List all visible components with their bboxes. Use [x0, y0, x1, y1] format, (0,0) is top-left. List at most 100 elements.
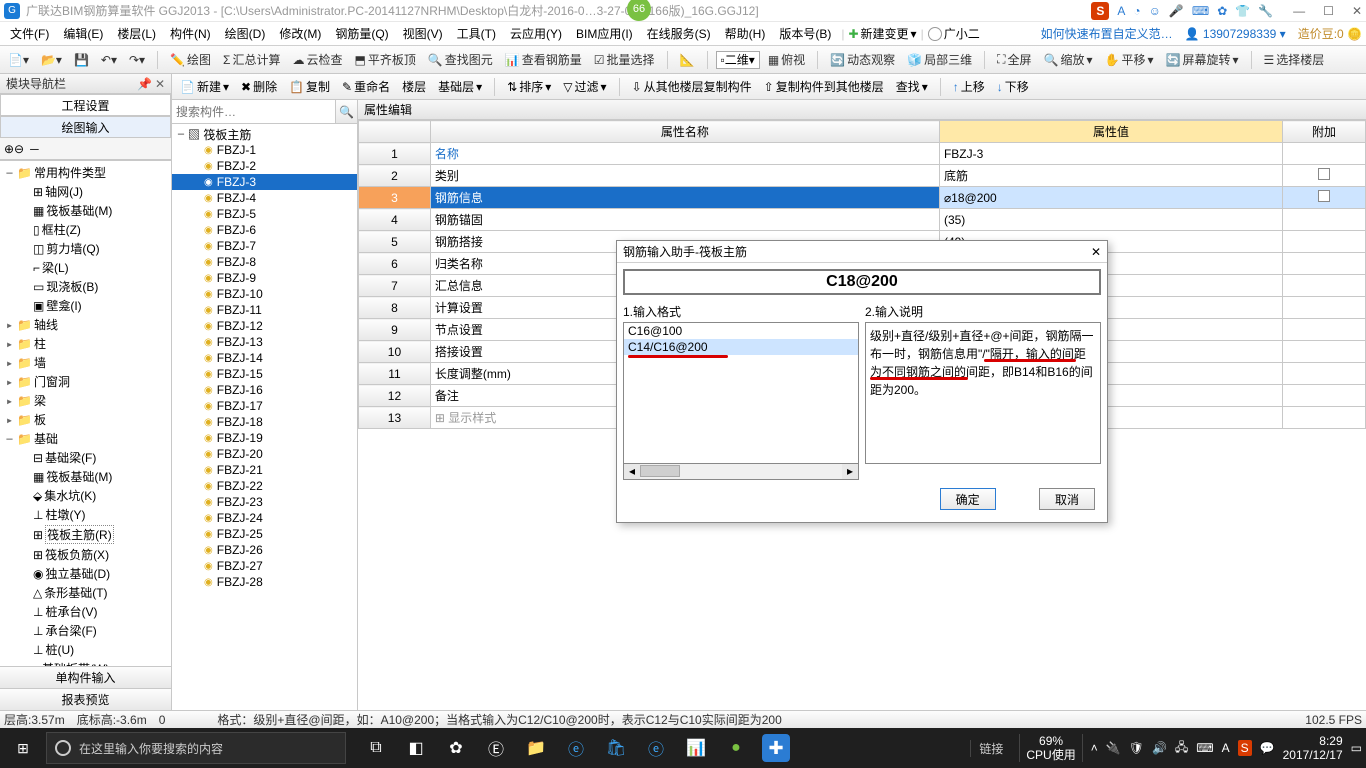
tb2-filter-button[interactable]: ▽ 过滤 ▾ — [559, 78, 610, 95]
new-change-button[interactable]: ✚新建变更▾ — [848, 25, 916, 42]
format-list-item[interactable]: C16@100 — [624, 323, 858, 339]
menu-component[interactable]: 构件(N) — [164, 25, 217, 42]
tb2-sort-button[interactable]: ⇅ 排序 ▾ — [503, 78, 555, 95]
select-floor-button[interactable]: ☰ 选择楼层 — [1260, 51, 1329, 68]
tray-keyboard-icon[interactable]: ⌨ — [1196, 741, 1213, 755]
tab-report-preview[interactable]: 报表预览 — [0, 688, 171, 710]
wrench-icon[interactable]: 🔧 — [1258, 4, 1273, 18]
property-row[interactable]: 1名称FBZJ-3 — [359, 143, 1366, 165]
tb2-copy-button[interactable]: 📋 复制 — [285, 78, 334, 95]
tb2-floor-combo[interactable]: 楼层 — [398, 78, 430, 95]
menu-file[interactable]: 文件(F) — [4, 25, 55, 42]
save-icon[interactable]: 💾 — [70, 53, 93, 67]
user-avatar-icon[interactable] — [928, 27, 942, 41]
menu-cloud[interactable]: 云应用(Y) — [504, 25, 568, 42]
shirt-icon[interactable]: 👕 — [1235, 4, 1250, 18]
mid-tree-root[interactable]: −▧ 筏板主筋 — [172, 126, 357, 142]
tree-row[interactable]: ⬙ 集水坑(K) — [0, 486, 171, 505]
tree-row[interactable]: ⊞ 筏板主筋(R) — [0, 524, 171, 545]
component-item[interactable]: ◉FBZJ-28 — [172, 574, 357, 590]
tree-row[interactable]: ▦ 筏板基础(M) — [0, 201, 171, 220]
tb2-base-combo[interactable]: 基础层 ▾ — [434, 78, 486, 95]
top-view-button[interactable]: ▦ 俯视 — [764, 51, 809, 68]
search-input[interactable] — [172, 100, 335, 123]
rebar-value-input[interactable] — [623, 269, 1101, 295]
tray-link[interactable]: 链接 — [970, 740, 1011, 757]
clock-icon[interactable]: ◔ — [1133, 4, 1140, 18]
tree-row[interactable]: ▦ 筏板基础(M) — [0, 467, 171, 486]
view-rebar-button[interactable]: 📊 查看钢筋量 — [501, 51, 586, 68]
tree-row[interactable]: ⌐ 梁(L) — [0, 258, 171, 277]
component-tree[interactable]: −▧ 筏板主筋◉FBZJ-1◉FBZJ-2◉FBZJ-3◉FBZJ-4 ◉FBZJ… — [172, 124, 357, 710]
component-item[interactable]: ◉FBZJ-17 — [172, 398, 357, 414]
tb2-copy-to-button[interactable]: ⇧ 复制构件到其他楼层 — [760, 78, 888, 95]
component-item[interactable]: ◉FBZJ-1 — [172, 142, 357, 158]
component-item[interactable]: ◉FBZJ-18 — [172, 414, 357, 430]
sync-a-icon[interactable]: A — [1117, 4, 1125, 18]
component-item[interactable]: ◉FBZJ-7 — [172, 238, 357, 254]
tree-row[interactable]: ⊟ 基础梁(F) — [0, 448, 171, 467]
tree-row[interactable]: ▯ 框柱(Z) — [0, 220, 171, 239]
tree-row[interactable]: ▸📁 板 — [0, 410, 171, 429]
smile-icon[interactable]: ☺ — [1149, 4, 1161, 18]
search-button[interactable]: 🔍 — [335, 100, 357, 123]
menu-rebar[interactable]: 钢筋量(Q) — [329, 25, 394, 42]
nav-collapse-icon[interactable]: ─ — [30, 142, 39, 156]
tab-single-input[interactable]: 单构件输入 — [0, 666, 171, 688]
component-item[interactable]: ◉FBZJ-19 — [172, 430, 357, 446]
tray-ime-icon[interactable]: S — [1238, 740, 1252, 756]
keyboard-icon[interactable]: ⌨ — [1192, 4, 1209, 18]
property-row[interactable]: 4钢筋锚固(35) — [359, 209, 1366, 231]
format-list-item[interactable]: C14/C16@200 — [624, 339, 858, 355]
tray-power-icon[interactable]: 🔌 — [1106, 741, 1121, 755]
find-element-button[interactable]: 🔍 查找图元 — [424, 51, 497, 68]
menu-modify[interactable]: 修改(M) — [273, 25, 327, 42]
undo-icon[interactable]: ↶▾ — [97, 53, 121, 67]
close-button[interactable]: ✕ — [1352, 4, 1362, 18]
cloud-check-button[interactable]: ☁ 云检查 — [288, 51, 346, 68]
gear-icon[interactable]: ✿ — [1217, 4, 1227, 18]
pin-icon[interactable]: 📌 — [137, 77, 152, 91]
tree-row[interactable]: ▸📁 门窗洞 — [0, 372, 171, 391]
pan-button[interactable]: ✋ 平移 ▾ — [1101, 51, 1158, 68]
phone-label[interactable]: 👤 13907298339 ▾ — [1185, 27, 1286, 41]
align-top-button[interactable]: ⬒ 平齐板顶 — [350, 51, 419, 68]
tree-row[interactable]: ◉ 独立基础(D) — [0, 564, 171, 583]
scroll-left-icon[interactable]: ◂ — [624, 464, 640, 479]
app-icon-3[interactable]: Ⓔ — [482, 734, 510, 762]
format-listbox[interactable]: C16@100C14/C16@200 — [623, 322, 859, 464]
component-item[interactable]: ◉FBZJ-26 — [172, 542, 357, 558]
component-item[interactable]: ◉FBZJ-4 — [172, 190, 357, 206]
component-item[interactable]: ◉FBZJ-15 — [172, 366, 357, 382]
menu-online[interactable]: 在线服务(S) — [641, 25, 717, 42]
view-dimension-dropdown[interactable]: ▫ 二维 ▾ — [716, 51, 760, 69]
property-row[interactable]: 2类别底筋 — [359, 165, 1366, 187]
component-item[interactable]: ◉FBZJ-13 — [172, 334, 357, 350]
tray-a-icon[interactable]: A — [1222, 741, 1230, 755]
component-item[interactable]: ◉FBZJ-2 — [172, 158, 357, 174]
tb2-down-button[interactable]: ↓ 下移 — [993, 78, 1033, 95]
component-item[interactable]: ◉FBZJ-22 — [172, 478, 357, 494]
start-button[interactable]: ⊞ — [0, 740, 46, 757]
local-3d-button[interactable]: 🧊 局部三维 — [903, 51, 976, 68]
tray-up-icon[interactable]: ˄ — [1091, 741, 1098, 755]
draw-button[interactable]: ✏️绘图 — [166, 51, 215, 68]
orbit-button[interactable]: 🔄 动态观察 — [826, 51, 899, 68]
fullscreen-button[interactable]: ⛶ 全屏 — [993, 51, 1035, 68]
tray-msg-icon[interactable]: 💬 — [1260, 741, 1275, 755]
ime-icon[interactable]: S — [1091, 2, 1109, 20]
zoom-button[interactable]: 🔍 缩放 ▾ — [1040, 51, 1097, 68]
coin-label[interactable]: 造价豆:0 🪙 — [1298, 25, 1362, 42]
mic-icon[interactable]: 🎤 — [1169, 4, 1184, 18]
sum-button[interactable]: Σ 汇总计算 — [219, 51, 284, 68]
component-item[interactable]: ◉FBZJ-27 — [172, 558, 357, 574]
tray-clock[interactable]: 8:292017/12/17 — [1283, 734, 1343, 763]
hint-link[interactable]: 如何快速布置自定义范… — [1041, 25, 1173, 42]
component-item[interactable]: ◉FBZJ-3 — [172, 174, 357, 190]
batch-select-button[interactable]: ☑ 批量选择 — [590, 51, 659, 68]
tree-row[interactable]: ▭ 现浇板(B) — [0, 277, 171, 296]
tree-row[interactable]: −📁 基础 — [0, 429, 171, 448]
app-icon-2[interactable]: ✿ — [442, 734, 470, 762]
app-icon-7[interactable]: ✚ — [762, 734, 790, 762]
tree-row[interactable]: ▸📁 轴线 — [0, 315, 171, 334]
